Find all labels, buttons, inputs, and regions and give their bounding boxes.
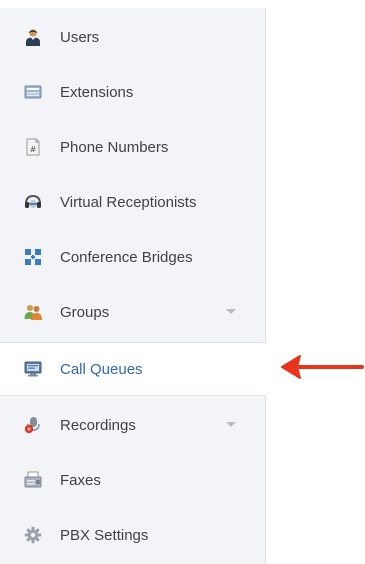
sidebar-item-label: Phone Numbers <box>60 138 169 156</box>
sidebar-item-label: Users <box>60 28 100 46</box>
sidebar-item-recordings[interactable]: Recordings <box>0 398 266 452</box>
sidebar-item-label: Faxes <box>60 471 101 489</box>
svg-text:#: # <box>30 145 37 154</box>
phone-number-icon: # <box>24 138 42 156</box>
red-arrow-icon <box>280 352 364 382</box>
sidebar-item-users[interactable]: Users <box>0 10 266 64</box>
sidebar-item-conference-bridges[interactable]: Conference Bridges <box>0 230 266 284</box>
groups-icon <box>24 303 42 321</box>
fax-icon <box>24 471 42 489</box>
user-icon <box>24 28 42 46</box>
call-queue-icon <box>24 360 42 378</box>
sidebar-item-label: Recordings <box>60 416 136 434</box>
receptionist-icon <box>24 193 42 211</box>
extensions-icon <box>24 83 42 101</box>
chevron-down-icon[interactable] <box>226 309 236 314</box>
sidebar-item-phone-numbers[interactable]: # Phone Numbers <box>0 120 266 174</box>
conference-bridge-icon <box>24 248 42 266</box>
sidebar-item-label: Call Queues <box>60 360 143 378</box>
sidebar-item-call-queues[interactable]: Call Queues <box>0 342 266 396</box>
sidebar-item-virtual-receptionists[interactable]: Virtual Receptionists <box>0 175 266 229</box>
sidebar-nav: Users Extensions # Phone Numbers Virtual… <box>0 8 266 564</box>
sidebar-item-faxes[interactable]: Faxes <box>0 453 266 507</box>
sidebar-item-label: Virtual Receptionists <box>60 193 197 211</box>
sidebar-item-extensions[interactable]: Extensions <box>0 65 266 119</box>
sidebar-item-label: Conference Bridges <box>60 248 193 266</box>
gear-icon <box>24 526 42 544</box>
chevron-down-icon[interactable] <box>226 422 236 427</box>
sidebar-item-pbx-settings[interactable]: PBX Settings <box>0 508 266 562</box>
sidebar-item-label: Groups <box>60 303 110 321</box>
sidebar-item-label: Extensions <box>60 83 134 101</box>
sidebar-item-label: PBX Settings <box>60 526 149 544</box>
recordings-icon <box>24 416 42 434</box>
sidebar-item-groups[interactable]: Groups <box>0 285 266 339</box>
